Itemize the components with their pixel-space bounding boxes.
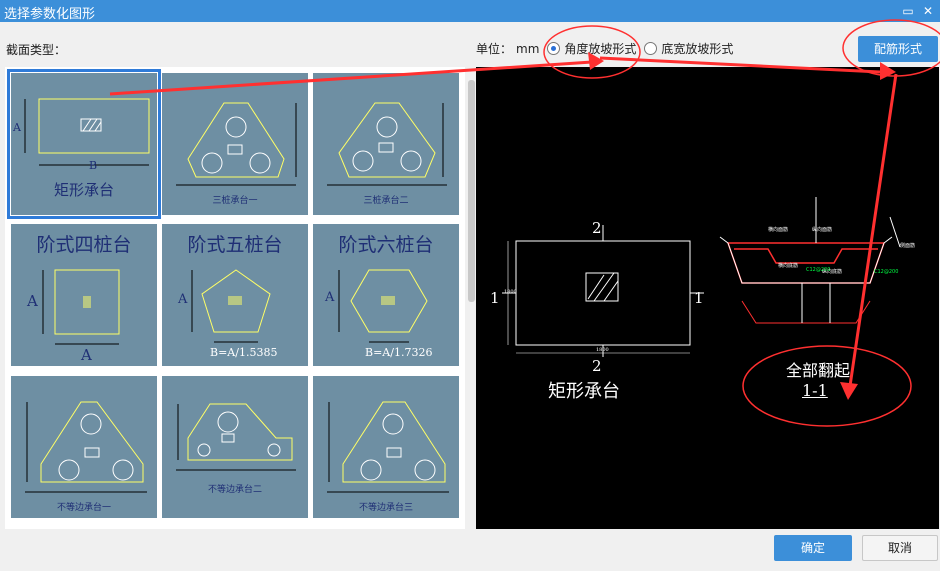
plan-title: 矩形承台 bbox=[548, 381, 620, 402]
svg-text:纵向面筋: 纵向面筋 bbox=[812, 226, 832, 233]
window-title: 选择参数化图形 bbox=[4, 7, 96, 22]
shape-tile-three-pile-2[interactable]: 三桩承台二 bbox=[313, 73, 459, 215]
tile-label: 不等边承台一 bbox=[56, 503, 111, 513]
shape-tile-step-six[interactable]: 阶式六桩台 A B=A/1.7326 bbox=[313, 224, 459, 366]
uneq-1-diagram bbox=[25, 401, 147, 493]
preview-pane: 横向面筋 纵向面筋 横向底筋 纵向底筋 侧面筋 C12@200 C12@200 … bbox=[476, 67, 939, 529]
unit-value: mm bbox=[516, 41, 540, 56]
section-id: 1-1 bbox=[802, 381, 828, 400]
section-mark-right: 1 bbox=[694, 289, 704, 307]
dim-a: A bbox=[27, 292, 38, 310]
angle-slope-label[interactable]: 角度放坡形式 bbox=[564, 40, 636, 57]
uneq-3-diagram bbox=[327, 401, 449, 493]
uneq-2-diagram bbox=[176, 403, 296, 471]
maximize-icon[interactable]: ▭ bbox=[898, 0, 918, 22]
shape-tile-step-five[interactable]: 阶式五桩台 A B=A/1.5385 bbox=[162, 224, 308, 366]
plan-dim-b: 1800 bbox=[596, 347, 609, 353]
step-six-diagram bbox=[338, 269, 428, 343]
shape-tile-three-pile-1[interactable]: 三桩承台一 bbox=[162, 73, 308, 215]
shape-tile-rect[interactable]: A B 矩形承台 bbox=[7, 69, 161, 219]
title-bar: 选择参数化图形 ▭ ✕ bbox=[0, 0, 940, 22]
dim-a: A bbox=[178, 292, 188, 307]
tile-label: 三桩承台二 bbox=[363, 196, 409, 206]
cancel-button[interactable]: 取消 bbox=[862, 535, 938, 561]
svg-text:侧面筋: 侧面筋 bbox=[900, 242, 915, 249]
tile-label: 不等边承台二 bbox=[207, 485, 262, 495]
ok-button[interactable]: 确定 bbox=[774, 535, 852, 561]
dim-a: A bbox=[13, 121, 21, 134]
shape-tile-uneq-1[interactable]: 不等边承台一 bbox=[11, 376, 157, 518]
section-title: 全部翻起 bbox=[786, 361, 851, 380]
dim-b: B bbox=[89, 159, 98, 172]
dim-b: B=A/1.7326 bbox=[365, 346, 433, 359]
shape-tile-uneq-2[interactable]: 不等边承台二 bbox=[162, 376, 308, 518]
svg-text:C12@200: C12@200 bbox=[874, 269, 898, 275]
shape-tile-step-four[interactable]: 阶式四桩台 A A bbox=[11, 224, 157, 366]
unit-row: 单位： mm 角度放坡形式 底宽放坡形式 bbox=[476, 40, 733, 57]
svg-text:横向底筋: 横向底筋 bbox=[778, 262, 798, 269]
section-mark-left: 1 bbox=[490, 289, 500, 307]
plan-dim-a: 1800 bbox=[504, 289, 517, 295]
svg-text:C12@200: C12@200 bbox=[806, 267, 830, 273]
dim-a: A bbox=[325, 290, 335, 305]
preview-drawing: 横向面筋 纵向面筋 横向底筋 纵向底筋 侧面筋 C12@200 C12@200 bbox=[502, 197, 915, 357]
tile-label: 不等边承台三 bbox=[358, 503, 413, 513]
width-slope-label[interactable]: 底宽放坡形式 bbox=[661, 40, 733, 57]
grid-scrollbar[interactable] bbox=[468, 80, 475, 302]
svg-text:横向面筋: 横向面筋 bbox=[768, 226, 788, 233]
shape-tile-uneq-3[interactable]: 不等边承台三 bbox=[313, 376, 459, 518]
tile-label: 三桩承台一 bbox=[212, 196, 258, 206]
unit-label: 单位： bbox=[476, 42, 513, 56]
dim-b: B=A/1.5385 bbox=[210, 346, 278, 359]
angle-slope-radio[interactable] bbox=[547, 42, 561, 55]
close-icon[interactable]: ✕ bbox=[918, 0, 938, 22]
dim-a2: A bbox=[81, 346, 92, 364]
tile-label: 矩形承台 bbox=[53, 181, 114, 199]
section-mark-bottom: 2 bbox=[592, 357, 602, 375]
width-slope-radio[interactable] bbox=[644, 42, 658, 55]
rebar-form-button[interactable]: 配筋形式 bbox=[858, 36, 938, 62]
section-mark-top: 2 bbox=[592, 219, 602, 237]
shape-grid: A B 矩形承台 三桩承台一 三桩承台二 阶式四桩台 A A 阶式五桩台 A B… bbox=[5, 67, 465, 529]
section-type-label: 截面类型： bbox=[6, 43, 67, 57]
